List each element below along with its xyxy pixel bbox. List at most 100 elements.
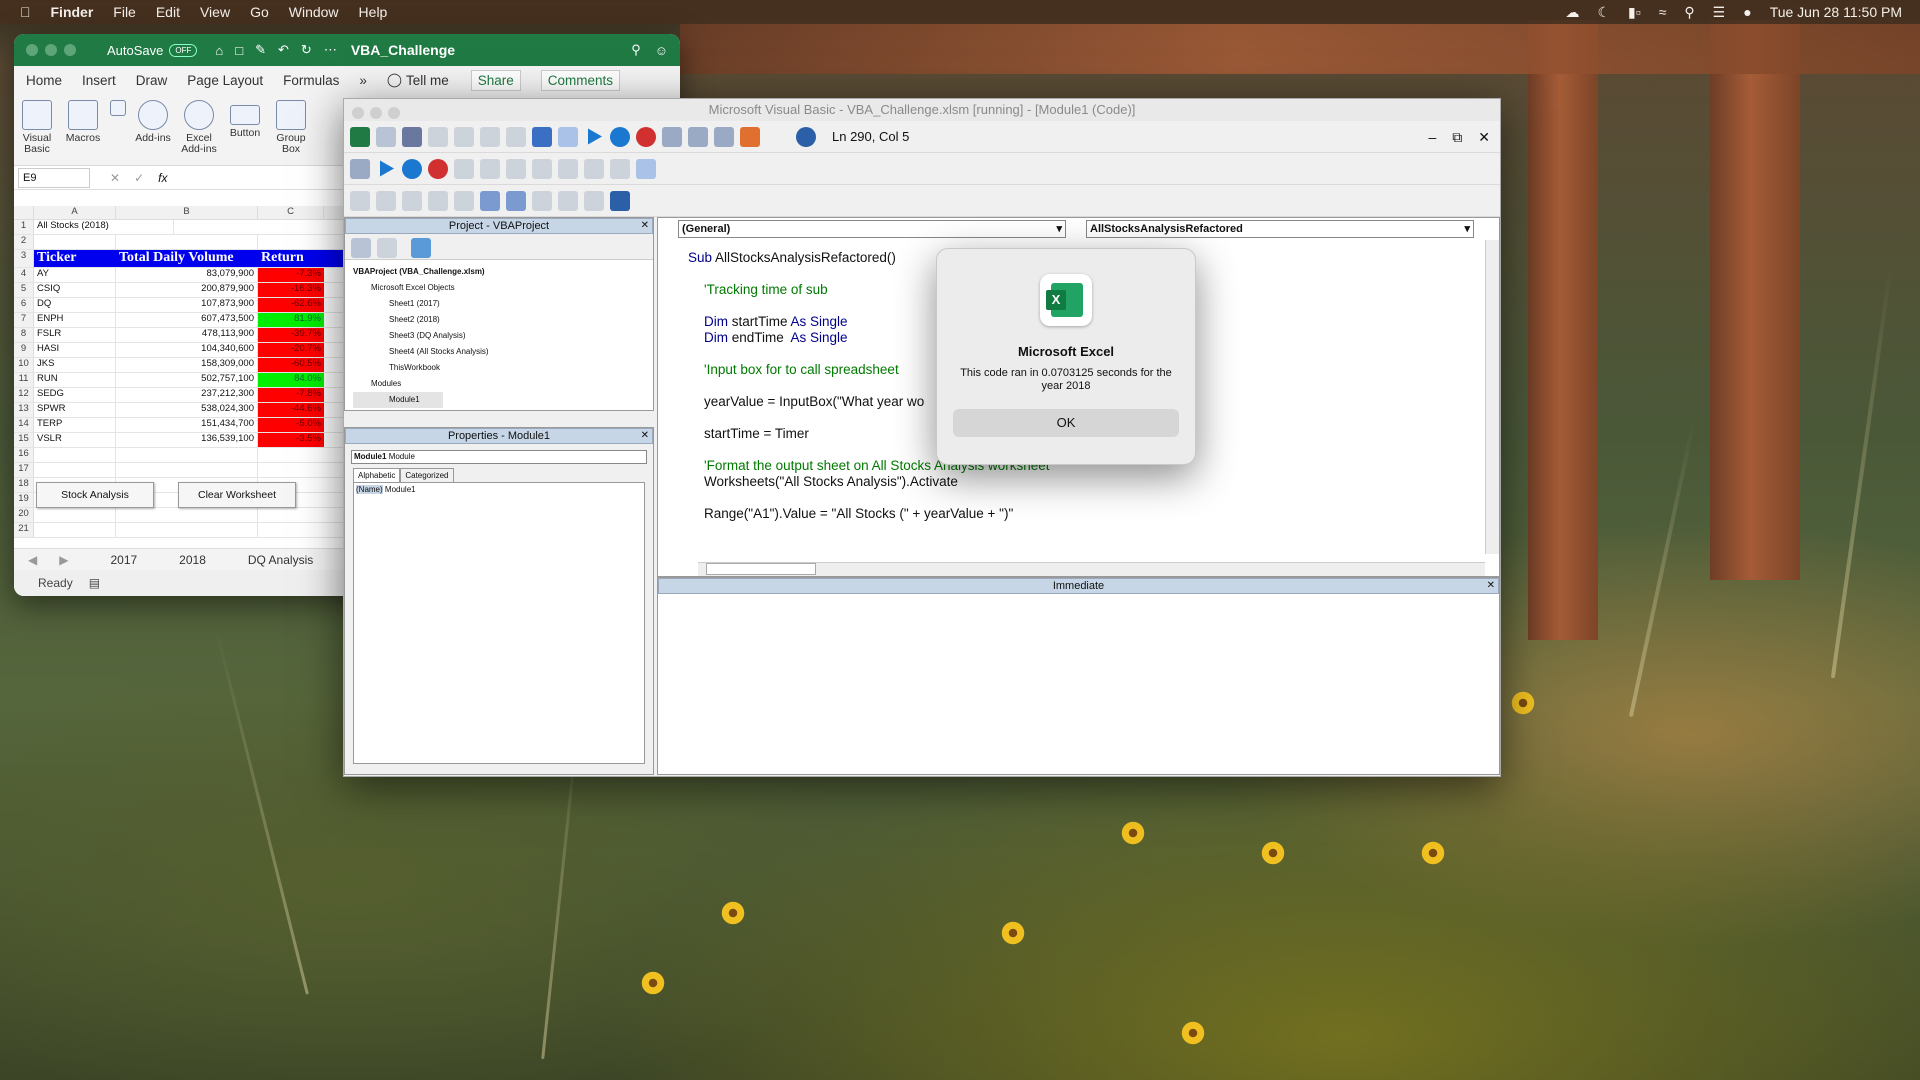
tab-draw[interactable]: Draw [136, 73, 168, 88]
tree-item-folder[interactable]: Modules [353, 376, 653, 392]
immediate-window[interactable]: Immediate ✕ [657, 577, 1500, 775]
complete-word-icon[interactable] [454, 190, 474, 211]
volume-cell[interactable]: 200,879,900 [116, 283, 258, 297]
search-icon[interactable]: ⚲ [1684, 4, 1694, 21]
immediate-window-icon[interactable] [584, 158, 604, 179]
return-cell[interactable]: -62.6% [258, 298, 324, 312]
row-number[interactable]: 18 [14, 478, 34, 492]
row-number[interactable]: 11 [14, 373, 34, 387]
restore-icon[interactable]: ⧉ [1452, 129, 1462, 146]
return-cell[interactable]: -39.7% [258, 328, 324, 342]
record-macro-button[interactable] [106, 100, 130, 119]
return-cell[interactable]: -20.7% [258, 343, 324, 357]
volume-cell[interactable]: 107,873,900 [116, 298, 258, 312]
return-cell[interactable]: -7.3% [258, 268, 324, 282]
step-out-icon[interactable] [532, 158, 552, 179]
clock[interactable]: Tue Jun 28 11:50 PM [1770, 4, 1902, 20]
row-number[interactable]: 16 [14, 448, 34, 462]
ticker-cell[interactable]: JKS [34, 358, 116, 372]
battery-icon[interactable]: ▮▫ [1628, 4, 1641, 21]
share-people-icon[interactable]: ☺ [655, 43, 668, 58]
volume-cell[interactable]: 136,539,100 [116, 433, 258, 447]
watch-window-icon[interactable] [610, 158, 630, 179]
column-header[interactable]: C [258, 206, 324, 219]
volume-cell[interactable]: 607,473,500 [116, 313, 258, 327]
menu-app-name[interactable]: Finder [51, 4, 94, 20]
visual-basic-button[interactable]: Visual Basic [14, 100, 60, 155]
menu-view[interactable]: View [200, 4, 230, 20]
hand-icon[interactable] [532, 190, 552, 211]
close-icon[interactable] [26, 44, 38, 56]
cut-icon[interactable] [428, 126, 448, 147]
row-number[interactable]: 14 [14, 418, 34, 432]
help-icon[interactable] [796, 126, 816, 147]
view-code-icon[interactable] [351, 238, 371, 258]
pause-icon[interactable] [402, 158, 422, 179]
autosave-toggle[interactable]: OFF [169, 43, 198, 57]
procedure-dropdown[interactable]: AllStocksAnalysisRefactored ▾ [1086, 220, 1474, 238]
ticker-cell[interactable]: RUN [34, 373, 116, 387]
return-cell[interactable]: -60.5% [258, 358, 324, 372]
return-cell[interactable]: -3.5% [258, 433, 324, 447]
tab-page-layout[interactable]: Page Layout [187, 73, 263, 88]
copy-icon[interactable] [454, 126, 474, 147]
sheet-tab[interactable]: 2017 [110, 553, 137, 567]
tree-item-workbook[interactable]: ThisWorkbook [353, 360, 653, 376]
object-dropdown[interactable]: (General) ▾ [678, 220, 1066, 238]
run-icon[interactable] [380, 160, 394, 177]
tab-insert[interactable]: Insert [82, 73, 116, 88]
header-ticker[interactable]: Ticker [34, 250, 116, 267]
header-volume[interactable]: Total Daily Volume [116, 250, 258, 267]
group-box-control[interactable]: Group Box [268, 100, 314, 155]
step-over-icon[interactable] [506, 158, 526, 179]
comments-button[interactable]: Comments [540, 69, 621, 91]
chevron-right-icon[interactable]: » [359, 73, 367, 88]
object-select[interactable]: Module1 Module [351, 450, 647, 464]
vertical-scrollbar[interactable] [1485, 240, 1499, 554]
return-cell[interactable]: -44.6% [258, 403, 324, 417]
ticker-cell[interactable]: TERP [34, 418, 116, 432]
uncomment-block-icon[interactable] [584, 190, 604, 211]
tree-item-sheet[interactable]: Sheet3 (DQ Analysis) [353, 328, 653, 344]
home-icon[interactable]: ⌂ [215, 43, 223, 58]
tell-me[interactable]: Tell me [406, 73, 449, 88]
column-header[interactable]: B [116, 206, 258, 219]
menu-file[interactable]: File [113, 4, 136, 20]
outdent-icon[interactable] [506, 190, 526, 211]
row-number[interactable]: 4 [14, 268, 34, 282]
ticker-cell[interactable]: DQ [34, 298, 116, 312]
tree-item-folder[interactable]: Microsoft Excel Objects [353, 280, 653, 296]
design-mode-icon[interactable] [662, 126, 682, 147]
tree-item-project[interactable]: VBAProject (VBA_Challenge.xlsm) [353, 264, 653, 280]
apple-icon[interactable]:  [20, 4, 31, 20]
call-stack-icon[interactable] [636, 158, 656, 179]
bookmark-flag-icon[interactable] [610, 190, 630, 211]
next-sheet-icon[interactable]: ▶ [59, 553, 68, 567]
menu-window[interactable]: Window [289, 4, 339, 20]
object-browser-icon[interactable] [740, 126, 760, 147]
zoom-icon[interactable] [388, 107, 400, 119]
return-cell[interactable]: -16.3% [258, 283, 324, 297]
moon-icon[interactable]: ☾ [1597, 4, 1610, 21]
ok-button[interactable]: OK [953, 409, 1179, 437]
header-return[interactable]: Return [258, 250, 324, 267]
tab-home[interactable]: Home [26, 73, 62, 88]
ticker-cell[interactable]: AY [34, 268, 116, 282]
zoom-icon[interactable] [64, 44, 76, 56]
row-number[interactable]: 13 [14, 403, 34, 417]
design-mode-icon[interactable] [350, 158, 370, 179]
sheet-tab[interactable]: DQ Analysis [248, 553, 313, 567]
undo-icon[interactable] [532, 126, 552, 147]
row-number[interactable]: 7 [14, 313, 34, 327]
tree-item-module[interactable]: Module1 [353, 392, 443, 408]
macros-button[interactable]: Macros [60, 100, 106, 144]
project-explorer-icon[interactable] [688, 126, 708, 147]
stock-analysis-button[interactable]: Stock Analysis [36, 482, 154, 508]
tree-item-sheet[interactable]: Sheet2 (2018) [353, 312, 653, 328]
ticker-cell[interactable]: FSLR [34, 328, 116, 342]
volume-cell[interactable]: 104,340,600 [116, 343, 258, 357]
pause-icon[interactable] [610, 126, 630, 147]
indent-icon[interactable] [480, 190, 500, 211]
redo-icon[interactable]: ↻ [301, 42, 312, 58]
parameter-info-icon[interactable] [428, 190, 448, 211]
